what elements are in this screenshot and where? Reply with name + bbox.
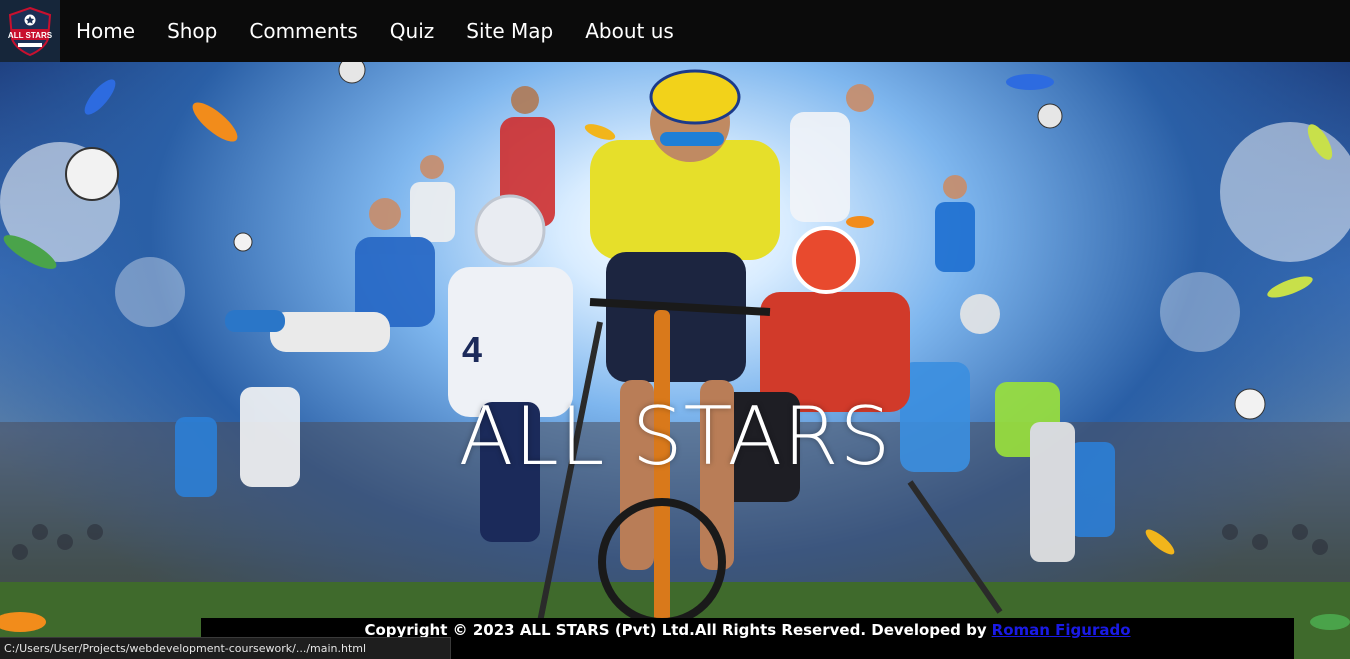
main-nav: Home Shop Comments Quiz Site Map About u… bbox=[76, 19, 706, 43]
top-navbar: ALL STARS Home Shop Comments Quiz Site M… bbox=[0, 0, 1350, 62]
nav-link-about-us[interactable]: About us bbox=[585, 19, 674, 43]
nav-link-comments[interactable]: Comments bbox=[249, 19, 357, 43]
logo-text: ALL STARS bbox=[8, 31, 53, 40]
nav-link-site-map[interactable]: Site Map bbox=[466, 19, 553, 43]
nav-link-shop[interactable]: Shop bbox=[167, 19, 217, 43]
nav-link-home[interactable]: Home bbox=[76, 19, 135, 43]
hero-title: ALL STARS bbox=[458, 390, 892, 483]
developer-link[interactable]: Roman Figurado bbox=[992, 621, 1131, 639]
shield-logo-icon: ALL STARS bbox=[8, 6, 53, 57]
footer-copyright-text: Copyright © 2023 ALL STARS (Pvt) Ltd.All… bbox=[364, 621, 987, 639]
hero-banner: 4 ALL STARS bbox=[0, 62, 1350, 659]
nav-link-quiz[interactable]: Quiz bbox=[390, 19, 434, 43]
sports-athletes-collage-image: 4 bbox=[0, 62, 1350, 659]
svg-text:4: 4 bbox=[462, 329, 482, 370]
browser-status-bar: C:/Users/User/Projects/webdevelopment-co… bbox=[0, 637, 451, 659]
all-stars-logo[interactable]: ALL STARS bbox=[0, 0, 60, 62]
